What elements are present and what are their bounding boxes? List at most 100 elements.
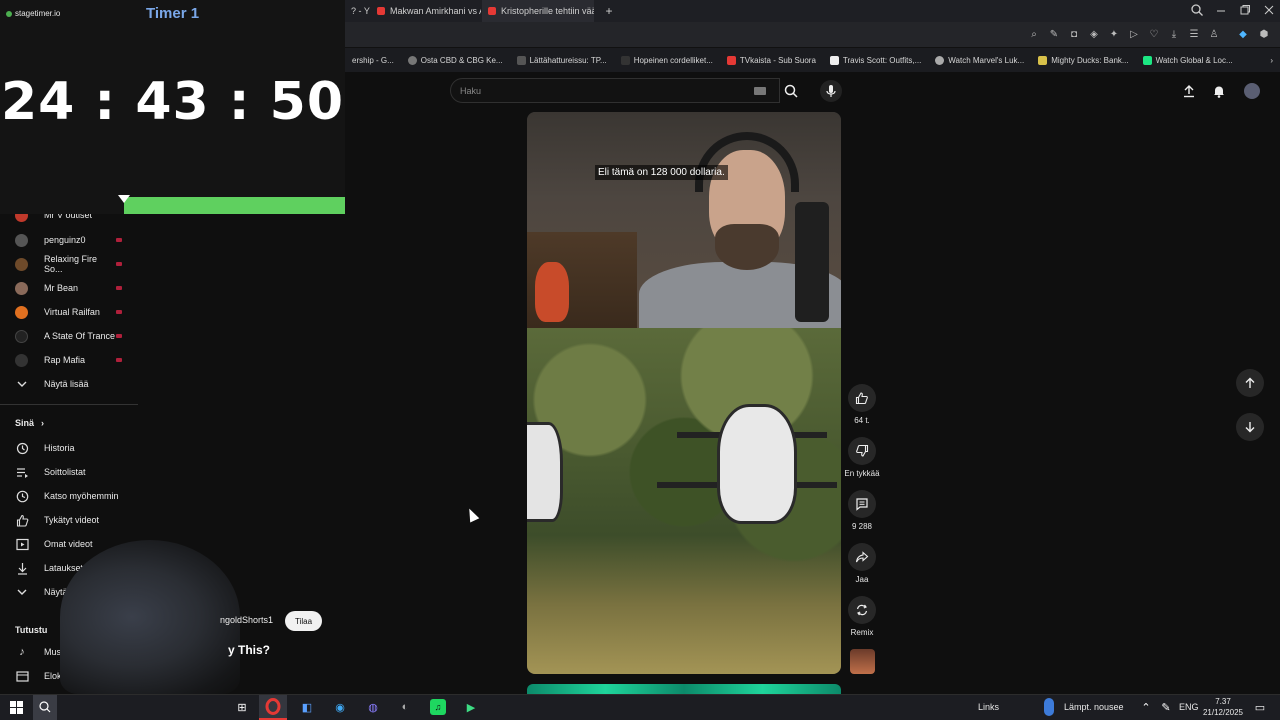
live-indicator-icon xyxy=(116,286,122,290)
ai-icon[interactable]: ◆ xyxy=(1236,27,1250,41)
bookmark-label: Watch Marvel's Luk... xyxy=(948,55,1025,65)
dislike-button[interactable] xyxy=(848,437,876,465)
bookmark-4[interactable]: TVkaista - Sub Suora xyxy=(720,55,823,65)
clock-time[interactable]: 7.37 xyxy=(1203,697,1243,706)
camera-icon[interactable]: ◘ xyxy=(1067,27,1081,41)
taskbar-opera[interactable] xyxy=(259,695,287,720)
play-icon[interactable]: ▷ xyxy=(1127,27,1141,41)
restore-icon[interactable] xyxy=(1238,3,1252,17)
notifications-button[interactable] xyxy=(1211,83,1227,99)
sidebar-sub-5[interactable]: A State Of Trance xyxy=(0,324,140,348)
bookmark-1[interactable]: Osta CBD & CBG Ke... xyxy=(401,55,510,65)
tab-2[interactable]: Kristopherille tehtiin väärin xyxy=(482,0,594,22)
office-icon[interactable]: ◧ xyxy=(299,699,315,715)
new-tab-button[interactable]: + xyxy=(600,0,618,22)
links-toolbar[interactable]: Links xyxy=(978,702,999,712)
bell-icon xyxy=(1214,86,1224,98)
bookmark-8[interactable]: Watch Global & Loc... xyxy=(1136,55,1240,65)
like-button[interactable] xyxy=(848,384,876,412)
comments-button[interactable] xyxy=(848,490,876,518)
extension-icon[interactable]: ✦ xyxy=(1107,27,1121,41)
notification-center-icon[interactable]: ▭ xyxy=(1252,699,1268,715)
avatar[interactable] xyxy=(1244,83,1260,99)
language-indicator[interactable]: ENG xyxy=(1179,702,1199,712)
short-title[interactable]: y This? xyxy=(228,643,270,657)
bookmark-label: Watch Global & Loc... xyxy=(1155,55,1233,65)
play-store-icon[interactable]: ▶ xyxy=(463,699,479,715)
section-title: Tutustu xyxy=(15,625,48,635)
edge-icon[interactable]: ◉ xyxy=(332,699,348,715)
next-short-preview[interactable] xyxy=(527,684,841,694)
section-header-you[interactable]: Sinä › xyxy=(0,411,140,435)
close-icon[interactable] xyxy=(1262,3,1276,17)
short-channel-name[interactable]: ngoldShorts1 xyxy=(220,615,273,625)
search-button[interactable] xyxy=(779,78,803,103)
app-icon[interactable]: ◐ xyxy=(397,699,413,715)
profile-icon[interactable]: ♙ xyxy=(1207,27,1221,41)
task-view-icon[interactable]: ⊞ xyxy=(234,699,250,715)
shield-icon[interactable]: ◈ xyxy=(1087,27,1101,41)
chevron-down-icon xyxy=(15,585,29,599)
previous-short-button[interactable] xyxy=(1236,369,1264,397)
keyboard-icon[interactable] xyxy=(754,87,766,95)
find-icon[interactable]: ⌕ xyxy=(1027,27,1041,41)
sidebar-sub-2[interactable]: Relaxing Fire So... xyxy=(0,252,140,276)
pen-icon[interactable]: ✎ xyxy=(1158,699,1174,715)
windows-icon xyxy=(9,700,23,714)
sidebar-item-label: Historia xyxy=(44,443,75,453)
next-short-button[interactable] xyxy=(1236,413,1264,441)
youtube-icon xyxy=(377,7,385,15)
sidebar-item-label: Näytä lisää xyxy=(44,379,89,389)
subscribe-button[interactable]: Tilaa xyxy=(285,611,322,631)
bookmark-7[interactable]: Mighty Ducks: Bank... xyxy=(1031,55,1135,65)
share-button[interactable] xyxy=(848,543,876,571)
weather-widget[interactable]: Lämpt. nousee xyxy=(1064,702,1124,712)
clock-date[interactable]: 21/12/2025 xyxy=(1199,708,1247,717)
heart-icon[interactable]: ♡ xyxy=(1147,27,1161,41)
sidebar-sub-4[interactable]: Virtual Railfan xyxy=(0,300,140,324)
start-button[interactable] xyxy=(8,699,24,715)
sidebar-item-label: Mr Bean xyxy=(44,283,79,293)
minimize-icon[interactable] xyxy=(1214,3,1228,17)
show-more-subscriptions[interactable]: Näytä lisää xyxy=(0,372,140,396)
sidebar-item-liked[interactable]: Tykätyt videot xyxy=(0,508,140,532)
webcam-overlay xyxy=(60,540,240,694)
comment-icon xyxy=(856,498,868,511)
cog-icon xyxy=(935,55,945,65)
sidebar-sub-3[interactable]: Mr Bean xyxy=(0,276,140,300)
search-input[interactable]: Haku xyxy=(450,78,780,103)
upload-button[interactable] xyxy=(1181,83,1197,99)
tab-1[interactable]: Makwan Amirkhani vs Ab xyxy=(371,0,481,22)
tab-0[interactable]: ? - Y xyxy=(345,0,371,22)
bookmark-2[interactable]: Lättähattureissu: TP... xyxy=(510,55,614,65)
remix-button[interactable] xyxy=(848,596,876,624)
taskbar-search-button[interactable] xyxy=(33,695,57,720)
remix-icon xyxy=(856,604,868,616)
discord-icon[interactable]: ◍ xyxy=(365,699,381,715)
sidebar-sub-1[interactable]: penguinz0 xyxy=(0,228,140,252)
menu-icon[interactable]: ☰ xyxy=(1187,27,1201,41)
sidebar-item-label: Rap Mafia xyxy=(44,355,86,365)
bookmark-0[interactable]: ership - G... xyxy=(345,56,401,65)
spotify-icon[interactable]: ♫ xyxy=(430,699,446,715)
downloads-icon[interactable]: ⤓ xyxy=(1167,27,1181,41)
bookmark-5[interactable]: Travis Scott: Outfits,... xyxy=(823,55,928,65)
edit-icon[interactable]: ✎ xyxy=(1047,27,1061,41)
settings-icon[interactable]: ⬢ xyxy=(1257,27,1271,41)
search-tabs-icon[interactable] xyxy=(1190,3,1204,17)
bookmarks-overflow[interactable]: › xyxy=(1263,56,1280,65)
thumbs-up-icon xyxy=(15,513,29,527)
sidebar-item-label: Omat videot xyxy=(44,539,93,549)
short-video-player[interactable]: Eli tämä on 128 000 dollaria. xyxy=(527,112,841,674)
bookmark-6[interactable]: Watch Marvel's Luk... xyxy=(928,55,1031,65)
sidebar-item-watch-later[interactable]: Katso myöhemmin xyxy=(0,484,140,508)
bookmark-3[interactable]: Hopeinen cordelliket... xyxy=(614,55,720,65)
voice-search-button[interactable] xyxy=(820,80,842,102)
sidebar-item-playlists[interactable]: Soittolistat xyxy=(0,460,140,484)
bookmark-label: Mighty Ducks: Bank... xyxy=(1051,55,1129,65)
sidebar-item-history[interactable]: Historia xyxy=(0,436,140,460)
search-placeholder: Haku xyxy=(460,85,482,96)
tray-overflow-icon[interactable]: ⌃ xyxy=(1138,699,1154,715)
sidebar-sub-6[interactable]: Rap Mafia xyxy=(0,348,140,372)
channel-thumbnail[interactable] xyxy=(850,649,875,674)
